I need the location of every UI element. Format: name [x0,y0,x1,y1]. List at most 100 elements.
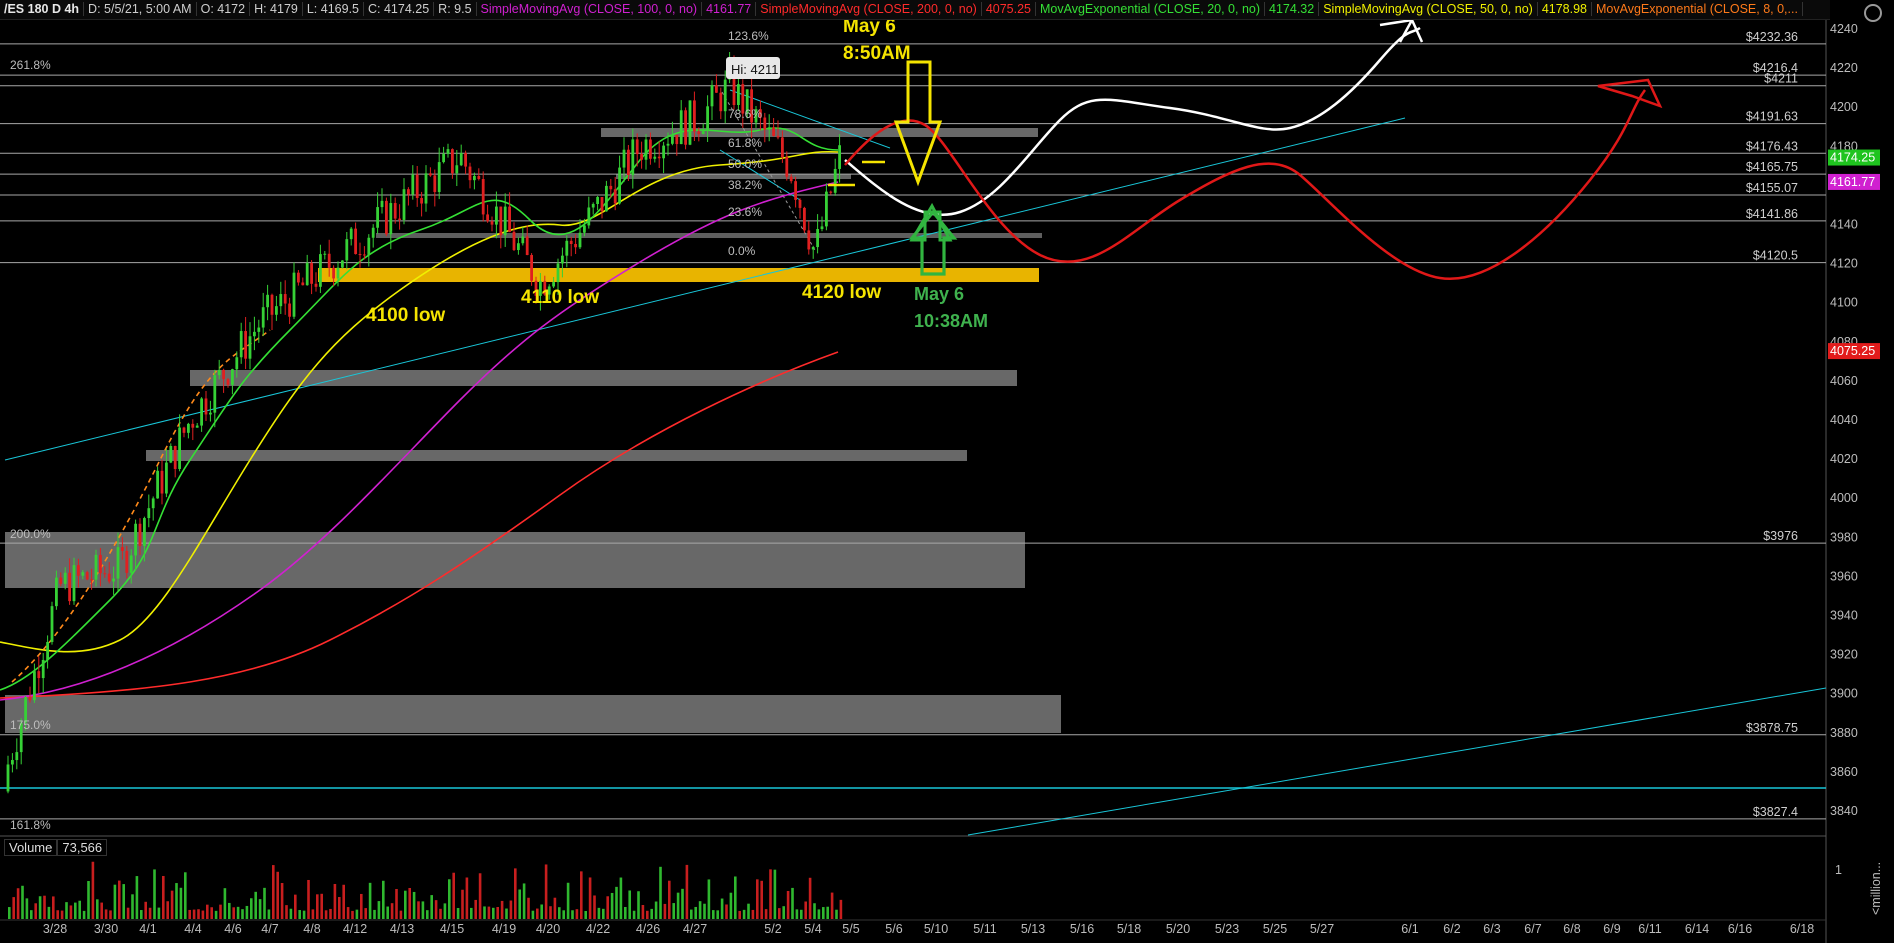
volume-bar [518,889,521,919]
volume-bar [734,876,737,919]
time-tick-label: 5/11 [973,922,996,936]
annotation-4120-low: 4120 low [802,282,881,303]
volume-bar [536,908,539,919]
volume-bar [694,906,697,919]
volume-bar [386,906,389,919]
study-3-label[interactable]: MovAvgExponential (CLOSE, 20, 0, no) [1036,2,1266,16]
candle-body [99,554,102,574]
time-tick-label: 4/7 [261,922,278,936]
volume-bar [443,903,447,919]
candle-body [129,555,133,573]
candle-body [6,764,10,792]
candle-body [239,331,243,358]
candle-body [332,267,335,279]
volume-bar [206,904,209,919]
volume-bar [148,907,152,919]
candle-body [55,577,58,607]
candle-body [833,168,837,193]
price-tick-label: 3860 [1830,765,1858,779]
study-2-label[interactable]: SimpleMovingAvg (CLOSE, 200, 0, no) [756,2,982,16]
candle-body [609,185,613,190]
volume-bar [236,906,240,919]
candle-body [358,254,362,256]
volume-bar [338,896,341,919]
volume-bar [214,910,218,919]
candle-body [77,565,80,576]
level-label: $4120.5 [1753,249,1798,263]
candle-body [473,175,476,181]
candle-body [138,523,142,546]
candle-body [248,336,252,359]
annotation-may6-bottom-date: May 6 [914,284,964,304]
time-tick-label: 4/15 [440,922,464,936]
bar-close: C: 4174.25 [364,2,435,16]
study-2-value: 4075.25 [981,2,1036,16]
candle-body [666,143,670,146]
time-tick-label: 5/2 [764,922,781,936]
candle-body [446,149,450,154]
volume-bar [289,908,293,919]
study-4-label[interactable]: SimpleMovingAvg (CLOSE, 50, 0, no) [1319,2,1538,16]
volume-bar [52,896,55,919]
volume-bar [698,901,702,919]
candle-body [490,221,494,225]
candle-body [169,446,173,463]
volume-bar [725,904,728,919]
candle-body [165,462,168,494]
time-tick-label: 5/20 [1166,922,1190,936]
volume-bar [210,907,213,919]
candle-body [556,263,560,283]
candle-body [715,85,718,93]
volume-bar [606,896,609,919]
candle-body [235,357,239,370]
time-tick-label: 6/11 [1638,922,1661,936]
volume-bar [624,906,627,919]
candle-body [37,671,41,679]
volume-bar [395,888,398,919]
candle-body [596,197,599,205]
volume-bar [764,909,768,919]
candle-body [376,207,379,228]
candle-body [653,156,657,159]
time-tick-label: 4/6 [224,922,241,936]
volume-bar [676,892,680,919]
volume-bar [549,906,552,919]
volume-bar [756,879,759,919]
time-tick-label: 4/4 [184,922,201,936]
time-tick-label: 5/13 [1021,922,1045,936]
volume-bar [250,898,253,919]
candle-body [85,572,89,580]
candle-body [209,412,212,415]
volume-bar [527,897,530,919]
volume-bar [30,910,33,919]
study-5-label[interactable]: MovAvgExponential (CLOSE, 8, 0,... [1592,2,1803,16]
volume-bar [729,892,733,919]
candle-body [279,294,283,307]
gear-icon[interactable] [1864,4,1882,22]
volume-legend: Volume 73,566 [4,839,108,856]
candle-body [33,671,36,701]
time-tick-label: 5/23 [1215,922,1239,936]
volume-bar [333,883,337,919]
candle-body [81,572,85,576]
candle-body [486,214,489,222]
price-chart[interactable]: $4232.36$4216.4$4211$4191.63$4176.43$416… [0,0,1894,943]
time-tick-label: 4/8 [303,922,320,936]
candle-body [622,149,626,168]
candle-body [327,253,331,268]
candle-body [706,106,709,132]
symbol-label[interactable]: /ES 180 D 4h [0,2,85,16]
time-tick-label: 4/20 [536,922,560,936]
candle-body [191,423,195,428]
price-tick-label: 3900 [1830,687,1858,701]
volume-bar [175,883,178,919]
time-tick-label: 6/14 [1685,922,1709,936]
volume-bar [769,869,772,919]
volume-bar [531,910,535,919]
candle-body [433,175,437,193]
volume-bar [668,880,671,919]
volume-bar [791,887,794,919]
volume-bar [263,887,266,919]
study-1-label[interactable]: SimpleMovingAvg (CLOSE, 100, 0, no) [476,2,703,16]
volume-bar [351,910,354,919]
